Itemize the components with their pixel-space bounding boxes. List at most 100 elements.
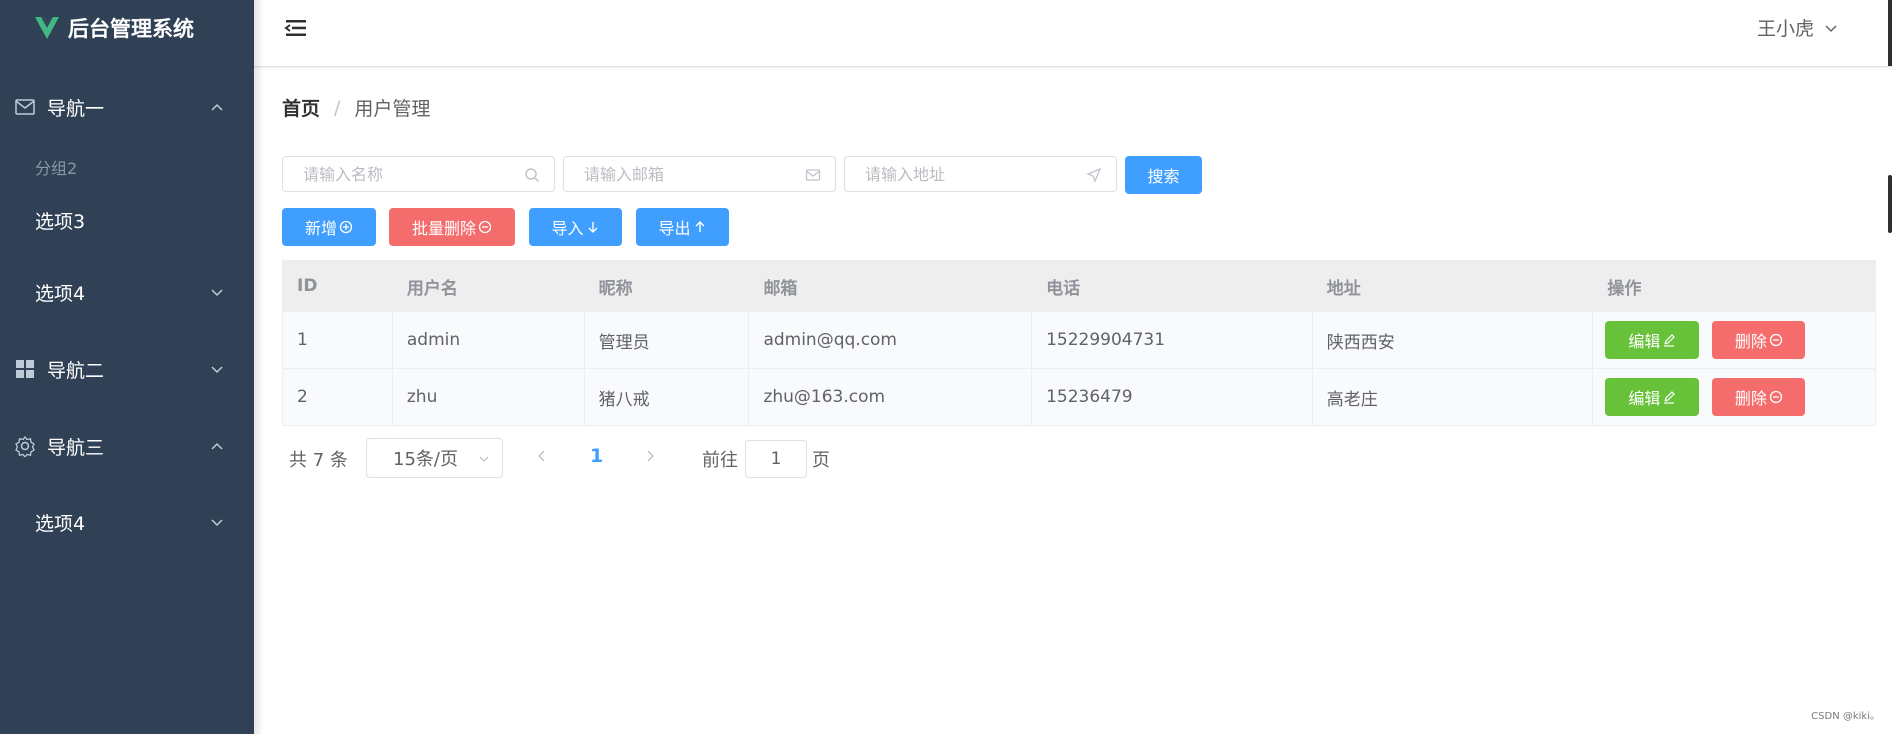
chevron-up-icon	[211, 103, 223, 111]
mail-icon	[15, 99, 35, 115]
cell-nickname: 管理员	[585, 312, 750, 368]
collapse-menu-icon[interactable]	[284, 18, 308, 38]
add-button[interactable]: 新增	[282, 208, 376, 246]
name-search-field	[282, 156, 555, 192]
delete-button[interactable]: 删除	[1712, 321, 1806, 359]
address-search-input[interactable]	[845, 157, 1065, 191]
pagination-total: 共 7 条	[289, 450, 348, 471]
search-button-label: 搜索	[1147, 167, 1180, 186]
sidebar-item-option4[interactable]: 选项4	[0, 277, 254, 307]
scrollbar-thumb[interactable]	[1888, 175, 1892, 233]
breadcrumb-home[interactable]: 首页	[282, 94, 320, 121]
breadcrumb-current: 用户管理	[354, 98, 431, 120]
location-arrow-icon	[1086, 167, 1102, 183]
column-header-phone: 电话	[1032, 261, 1313, 311]
prev-page-icon[interactable]	[535, 449, 549, 463]
column-header-nickname: 昵称	[585, 261, 750, 311]
sidebar-shadow	[254, 0, 264, 734]
cell-actions: 编辑 删除	[1593, 312, 1875, 368]
edit-label: 编辑	[1628, 332, 1661, 351]
column-header-username: 用户名	[393, 261, 585, 311]
column-header-actions: 操作	[1607, 278, 1642, 299]
logo[interactable]: 后台管理系统	[34, 10, 194, 46]
circle-minus-icon	[1769, 390, 1783, 404]
search-button[interactable]: 搜索	[1125, 156, 1202, 194]
batch-delete-label: 批量删除	[411, 219, 476, 238]
edit-button[interactable]: 编辑	[1605, 321, 1700, 359]
sidebar: 后台管理系统 导航一 分组2 选项3 选项4 导航二 导航三 选项4	[0, 0, 254, 734]
next-page-icon[interactable]	[643, 449, 657, 463]
add-button-label: 新增	[304, 219, 337, 238]
users-table: ID 用户名 昵称 邮箱 电话 地址 操作 1 admin 管理员 admin@…	[282, 260, 1876, 426]
arrow-up-icon	[695, 221, 704, 232]
watermark: CSDN @kiki。	[1811, 711, 1880, 722]
chevron-up-icon	[211, 442, 223, 450]
sidebar-item-label: 选项4	[35, 512, 86, 535]
edit-pencil-icon	[1664, 334, 1676, 347]
sidebar-item-nav2[interactable]: 导航二	[0, 354, 254, 384]
sidebar-item-label: 导航二	[47, 359, 105, 382]
name-search-input[interactable]	[283, 157, 503, 191]
delete-button[interactable]: 删除	[1712, 378, 1806, 416]
top-header: 王小虎	[254, 0, 1892, 67]
gear-icon	[15, 435, 35, 457]
page-size-value: 15条/页	[393, 449, 458, 470]
table-row: 2 zhu 猪八戒 zhu@163.com 15236479 高老庄 编辑 删除	[283, 368, 1875, 425]
cell-phone: 15229904731	[1032, 312, 1313, 368]
page-size-select[interactable]: 15条/页	[366, 438, 503, 478]
table-header: ID 用户名 昵称 邮箱 电话 地址 操作	[283, 261, 1875, 311]
delete-label: 删除	[1734, 389, 1767, 408]
goto-page-input[interactable]	[745, 440, 807, 478]
circle-minus-icon	[478, 220, 492, 234]
breadcrumb: 首页 / 用户管理	[282, 94, 430, 121]
column-header-address: 地址	[1313, 261, 1594, 311]
cell-email: zhu@163.com	[749, 369, 1033, 425]
arrow-down-icon	[588, 222, 597, 233]
chevron-down-icon	[211, 289, 223, 297]
chevron-down-icon	[211, 366, 223, 374]
menu-group-title: 分组2	[35, 159, 78, 178]
cell-username: zhu	[393, 369, 585, 425]
user-dropdown[interactable]: 王小虎	[1757, 14, 1838, 41]
page-suffix-label: 页	[812, 450, 830, 471]
cell-actions: 编辑 删除	[1593, 369, 1875, 425]
edit-button[interactable]: 编辑	[1605, 378, 1700, 416]
sidebar-item-label: 选项3	[35, 210, 86, 233]
table-row: 1 admin 管理员 admin@qq.com 15229904731 陕西西…	[283, 311, 1875, 368]
batch-delete-button[interactable]: 批量删除	[389, 208, 515, 246]
address-search-field	[844, 156, 1117, 192]
edit-pencil-icon	[1664, 391, 1676, 404]
import-button[interactable]: 导入	[529, 208, 622, 246]
cell-nickname: 猪八戒	[585, 369, 750, 425]
edit-label: 编辑	[1628, 389, 1661, 408]
import-button-label: 导入	[551, 219, 584, 238]
cell-id: 2	[283, 369, 393, 425]
sidebar-item-nav3[interactable]: 导航三	[0, 431, 254, 461]
sidebar-item-label: 导航三	[47, 436, 105, 459]
sidebar-item-option3[interactable]: 选项3	[0, 205, 254, 235]
delete-label: 删除	[1734, 332, 1767, 351]
cell-address: 高老庄	[1313, 369, 1594, 425]
goto-label: 前往	[702, 450, 738, 471]
cell-phone: 15236479	[1032, 369, 1313, 425]
export-button[interactable]: 导出	[636, 208, 729, 246]
cell-email: admin@qq.com	[749, 312, 1033, 368]
chevron-down-icon	[211, 519, 223, 527]
circle-plus-icon	[339, 220, 353, 234]
email-search-input[interactable]	[564, 157, 784, 191]
mail-icon	[805, 169, 821, 181]
circle-minus-icon	[1769, 333, 1783, 347]
cell-id: 1	[283, 312, 393, 368]
export-button-label: 导出	[658, 219, 691, 238]
search-icon	[525, 168, 540, 183]
email-search-field	[563, 156, 836, 192]
sidebar-item-nav1[interactable]: 导航一	[0, 92, 254, 122]
username-label: 王小虎	[1756, 18, 1814, 40]
cell-address: 陕西西安	[1313, 312, 1594, 368]
sidebar-item-option4-b[interactable]: 选项4	[0, 507, 254, 537]
page-number-current[interactable]: 1	[590, 445, 603, 467]
grid-icon	[16, 360, 34, 378]
app-title: 后台管理系统	[68, 17, 194, 41]
cell-username: admin	[393, 312, 585, 368]
column-header-id: ID	[283, 261, 393, 311]
